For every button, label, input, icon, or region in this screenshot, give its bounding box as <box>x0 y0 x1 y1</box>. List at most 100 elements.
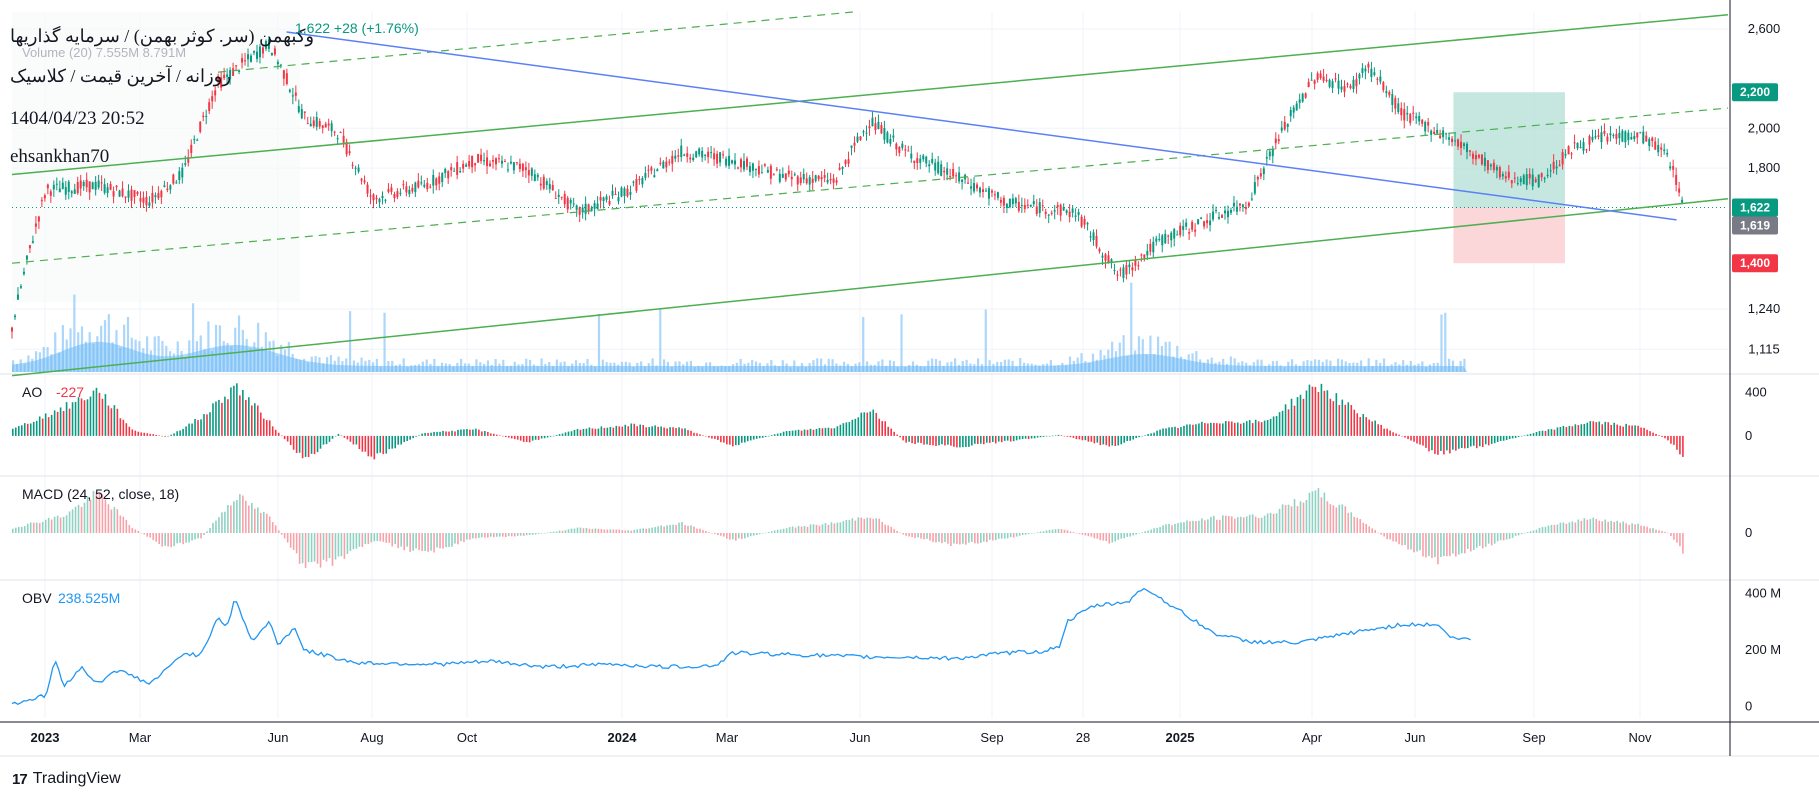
macd-bar <box>1108 533 1111 544</box>
candle-body <box>31 241 34 243</box>
candle-body <box>1053 210 1056 212</box>
macd-bar <box>1248 514 1251 533</box>
macd-legend-label[interactable]: MACD (24, 52, close, 18) <box>22 486 179 502</box>
ao-bar <box>143 432 146 436</box>
ao-bar <box>678 427 680 436</box>
macd-bar <box>1610 520 1613 533</box>
macd-bar <box>289 533 292 548</box>
candle-body <box>704 154 707 156</box>
ao-bar <box>316 435 319 453</box>
candle-body <box>635 178 638 191</box>
ao-bar <box>1066 435 1069 437</box>
ao-bar <box>711 435 713 439</box>
candle-body <box>1125 265 1128 275</box>
candle-body <box>157 193 160 199</box>
ao-bar <box>1607 422 1610 436</box>
time-tick-label: 2023 <box>31 730 60 745</box>
ao-bar <box>1320 383 1323 436</box>
candle-body <box>333 131 336 133</box>
tradingview-logo[interactable]: 17 TradingView <box>12 768 121 790</box>
candle-body <box>471 155 474 168</box>
macd-bar <box>1227 516 1230 533</box>
candle-body <box>578 207 581 215</box>
macd-bar <box>965 533 967 545</box>
candle-body <box>145 197 148 206</box>
ao-bar <box>92 390 95 436</box>
ao-bar <box>965 435 967 447</box>
macd-bar <box>1210 516 1212 533</box>
macd-bar <box>1135 533 1137 535</box>
candle-body <box>121 188 124 197</box>
macd-bar <box>549 532 552 533</box>
ao-bar <box>1317 391 1320 436</box>
ao-bar <box>779 433 782 436</box>
candle-body <box>1209 220 1212 226</box>
ao-bar <box>1141 435 1143 437</box>
macd-bar <box>271 522 274 533</box>
ao-bar <box>1511 435 1514 439</box>
candle-body <box>1223 210 1226 214</box>
candle-body <box>1170 232 1173 241</box>
indicator-tick-label: 0 <box>1745 428 1752 443</box>
ao-bar <box>325 435 328 445</box>
candle-body <box>489 163 492 167</box>
candle-body <box>1232 202 1235 207</box>
candle-body <box>1002 197 1005 206</box>
macd-bar <box>50 519 53 533</box>
ao-bar <box>1338 405 1341 436</box>
candle-body <box>1349 85 1352 89</box>
ao-bar <box>1565 427 1568 436</box>
macd-bar <box>528 533 531 535</box>
candle-body <box>536 174 539 178</box>
macd-bar <box>1117 533 1120 540</box>
macd-bar <box>1060 529 1063 533</box>
candle-body <box>739 159 742 168</box>
candle-body <box>492 160 495 162</box>
ao-bar <box>1574 424 1577 436</box>
macd-bar <box>292 533 295 550</box>
ao-bar <box>457 429 459 436</box>
ao-bar <box>212 403 214 436</box>
candle-body <box>369 195 372 197</box>
ao-legend-label[interactable]: AO <box>22 384 42 400</box>
ao-bar <box>331 435 334 439</box>
candle-body <box>665 161 668 168</box>
macd-bar <box>188 533 190 543</box>
candle-body <box>244 60 247 62</box>
candle-body <box>587 204 590 212</box>
candle-body <box>1373 72 1376 75</box>
candle-body <box>1534 179 1537 182</box>
candle-body <box>1328 79 1331 87</box>
candle-body <box>1361 68 1364 74</box>
obv-legend-label[interactable]: OBV <box>22 590 52 606</box>
ao-bar <box>576 428 579 436</box>
candle-body <box>1603 130 1606 134</box>
macd-bar <box>1535 529 1538 533</box>
ao-bar <box>603 427 606 436</box>
candle-body <box>477 154 480 163</box>
macd-bar <box>430 533 432 551</box>
ao-bar <box>597 428 600 436</box>
macd-bar <box>1386 533 1388 540</box>
macd-bar <box>1153 528 1155 533</box>
ao-bar <box>1628 425 1630 436</box>
macd-bar <box>1538 527 1541 533</box>
macd-bar <box>923 533 925 540</box>
macd-bar <box>280 533 283 535</box>
macd-bar <box>639 528 642 533</box>
candle-body <box>1540 173 1543 178</box>
macd-bar <box>1299 501 1302 533</box>
ao-bar <box>442 430 444 436</box>
candle-body <box>1448 137 1451 140</box>
macd-bar <box>681 521 683 533</box>
volume-bar <box>1444 312 1447 372</box>
macd-bar <box>1595 518 1598 533</box>
macd-bar <box>1571 521 1574 533</box>
ao-bar <box>1299 394 1302 436</box>
ao-bar <box>1162 428 1164 436</box>
candle-body <box>1322 76 1325 81</box>
chart-canvas[interactable]: 2,6002,0001,8001,2401,1152,2001,6221,619… <box>0 0 1819 798</box>
macd-bar <box>176 533 178 544</box>
volume-bar <box>659 309 662 372</box>
ao-bar <box>1368 419 1371 436</box>
